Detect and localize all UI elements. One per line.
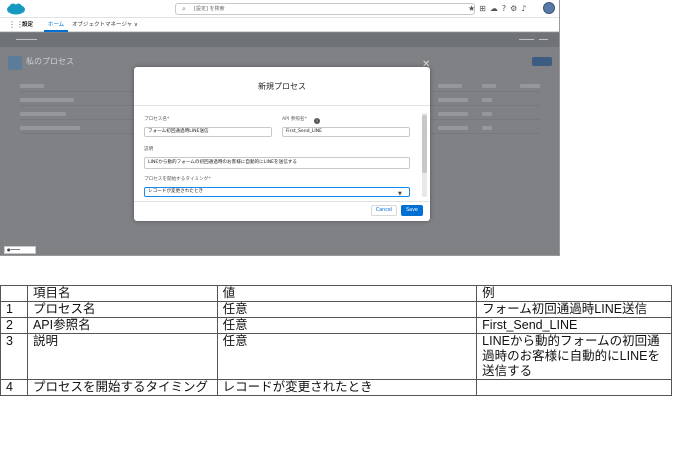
trailhead-icon[interactable]: ☁: [490, 4, 498, 14]
process-name-label: プロセス名*: [144, 117, 170, 122]
process-builder-icon: [8, 56, 22, 70]
bottom-status-tag: ●━━━━: [4, 246, 36, 254]
table-cell: 1: [0, 301, 28, 318]
bell-icon[interactable]: ♪: [521, 4, 526, 14]
divider: [134, 105, 430, 106]
app-name: 設定: [22, 22, 34, 28]
cancel-button[interactable]: Cancel: [371, 205, 397, 216]
table-cell: First_Send_LINE: [476, 317, 672, 334]
modal-title: 新規プロセス: [258, 82, 306, 91]
spec-table: 項目名 値 例 1 プロセス名 任意 フォーム初回通過時LINE送信 2 API…: [0, 285, 672, 396]
table-header-row: 項目名 値 例: [0, 285, 672, 302]
table-cell: 説明: [26, 333, 218, 380]
description-textarea[interactable]: LINEから動的フォームの初回通過時のお客様に自動的にLINEを送信する: [144, 157, 410, 169]
nav-bar: ⋮⋮ 設定 ホーム オブジェクトマネージャ ∨: [0, 18, 559, 32]
scrollbar-thumb[interactable]: [422, 115, 427, 173]
start-timing-select[interactable]: レコードが変更されたとき: [144, 187, 410, 197]
table-row: 3 説明 任意 LINEから動的フォームの初回通過時のお客様に自動的にLINEを…: [0, 333, 672, 380]
process-name-input[interactable]: フォーム初回通過時LINE送信: [144, 127, 272, 137]
builder-header-bar: ━━━━━━━ ━━━━━ ━━━: [0, 33, 559, 47]
table-header-cell: 値: [216, 285, 478, 302]
tab-home[interactable]: ホーム: [44, 18, 68, 32]
table-row: 4 プロセスを開始するタイミング レコードが変更されたとき: [0, 379, 672, 396]
table-cell: LINEから動的フォームの初回通過時のお客様に自動的にLINEを送信する: [476, 333, 672, 380]
chevron-down-icon: ▼: [398, 191, 402, 197]
table-cell: 4: [0, 379, 28, 396]
global-search-input[interactable]: ⌕ [設定] を検索: [175, 3, 475, 15]
background-new-button: [532, 57, 552, 66]
table-row: 1 プロセス名 任意 フォーム初回通過時LINE送信: [0, 301, 672, 318]
table-cell: フォーム初回通過時LINE送信: [476, 301, 672, 318]
background-page-title: 私のプロセス: [26, 57, 74, 66]
search-placeholder: [設定] を検索: [194, 6, 225, 12]
builder-header-placeholder: ━━━━━━━: [16, 37, 38, 43]
table-cell: プロセス名: [26, 301, 218, 318]
info-icon[interactable]: i: [314, 118, 320, 124]
new-process-modal: 新規プロセス プロセス名* フォーム初回通過時LINE送信 API 参照名* i…: [134, 67, 430, 221]
table-cell: プロセスを開始するタイミング: [26, 379, 218, 396]
screenshot: ⌕ [設定] を検索 ★ ⊞ ☁ ? ⚙ ♪ ⋮⋮ 設定 ホーム オブジェクトマ…: [0, 0, 560, 256]
api-name-input[interactable]: First_Send_LINE: [282, 127, 410, 137]
api-name-label: API 参照名*: [282, 117, 307, 122]
table-cell: API参照名: [26, 317, 218, 334]
table-header-cell: 例: [476, 285, 672, 302]
add-icon[interactable]: ⊞: [479, 4, 486, 14]
tab-object-manager[interactable]: オブジェクトマネージャ ∨: [72, 18, 138, 32]
global-header: ⌕ [設定] を検索 ★ ⊞ ☁ ? ⚙ ♪: [0, 0, 559, 18]
description-label: 説明: [144, 147, 154, 152]
table-header-cell: [0, 285, 28, 302]
table-cell: 3: [0, 333, 28, 380]
divider: [134, 201, 430, 202]
table-row: 2 API参照名 任意 First_Send_LINE: [0, 317, 672, 334]
search-icon: ⌕: [182, 5, 186, 13]
save-button[interactable]: Save: [401, 205, 423, 216]
help-icon[interactable]: ?: [502, 4, 506, 14]
table-cell: 任意: [216, 333, 478, 380]
favorites-icon[interactable]: ★: [468, 4, 475, 14]
table-cell: 2: [0, 317, 28, 334]
table-cell: レコードが変更されたとき: [216, 379, 478, 396]
table-cell: 任意: [216, 301, 478, 318]
table-cell: [476, 379, 672, 396]
table-cell: 任意: [216, 317, 478, 334]
salesforce-logo[interactable]: [6, 3, 26, 15]
table-header-cell: 項目名: [26, 285, 218, 302]
gear-icon[interactable]: ⚙: [510, 4, 517, 14]
avatar[interactable]: [543, 2, 555, 14]
builder-header-actions: ━━━━━ ━━━: [519, 37, 548, 43]
start-timing-label: プロセスを開始するタイミング*: [144, 177, 211, 182]
